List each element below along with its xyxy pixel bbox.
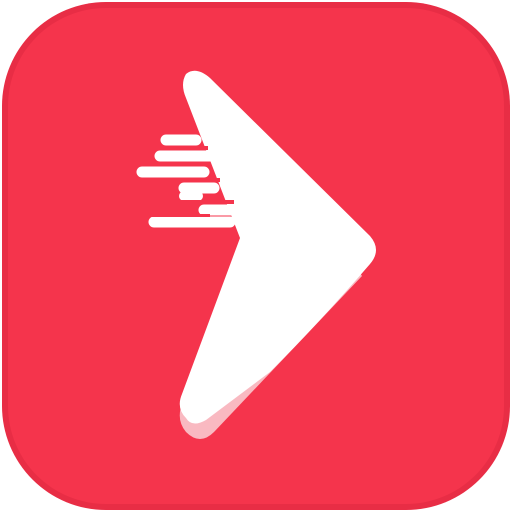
gap-4 bbox=[176, 200, 234, 204]
gap-1 bbox=[150, 146, 208, 150]
gap-3 bbox=[170, 178, 220, 182]
gap-2 bbox=[150, 162, 210, 166]
app-icon-canvas bbox=[0, 0, 512, 512]
app-icon[interactable] bbox=[0, 0, 512, 512]
gap-5 bbox=[146, 214, 210, 217]
